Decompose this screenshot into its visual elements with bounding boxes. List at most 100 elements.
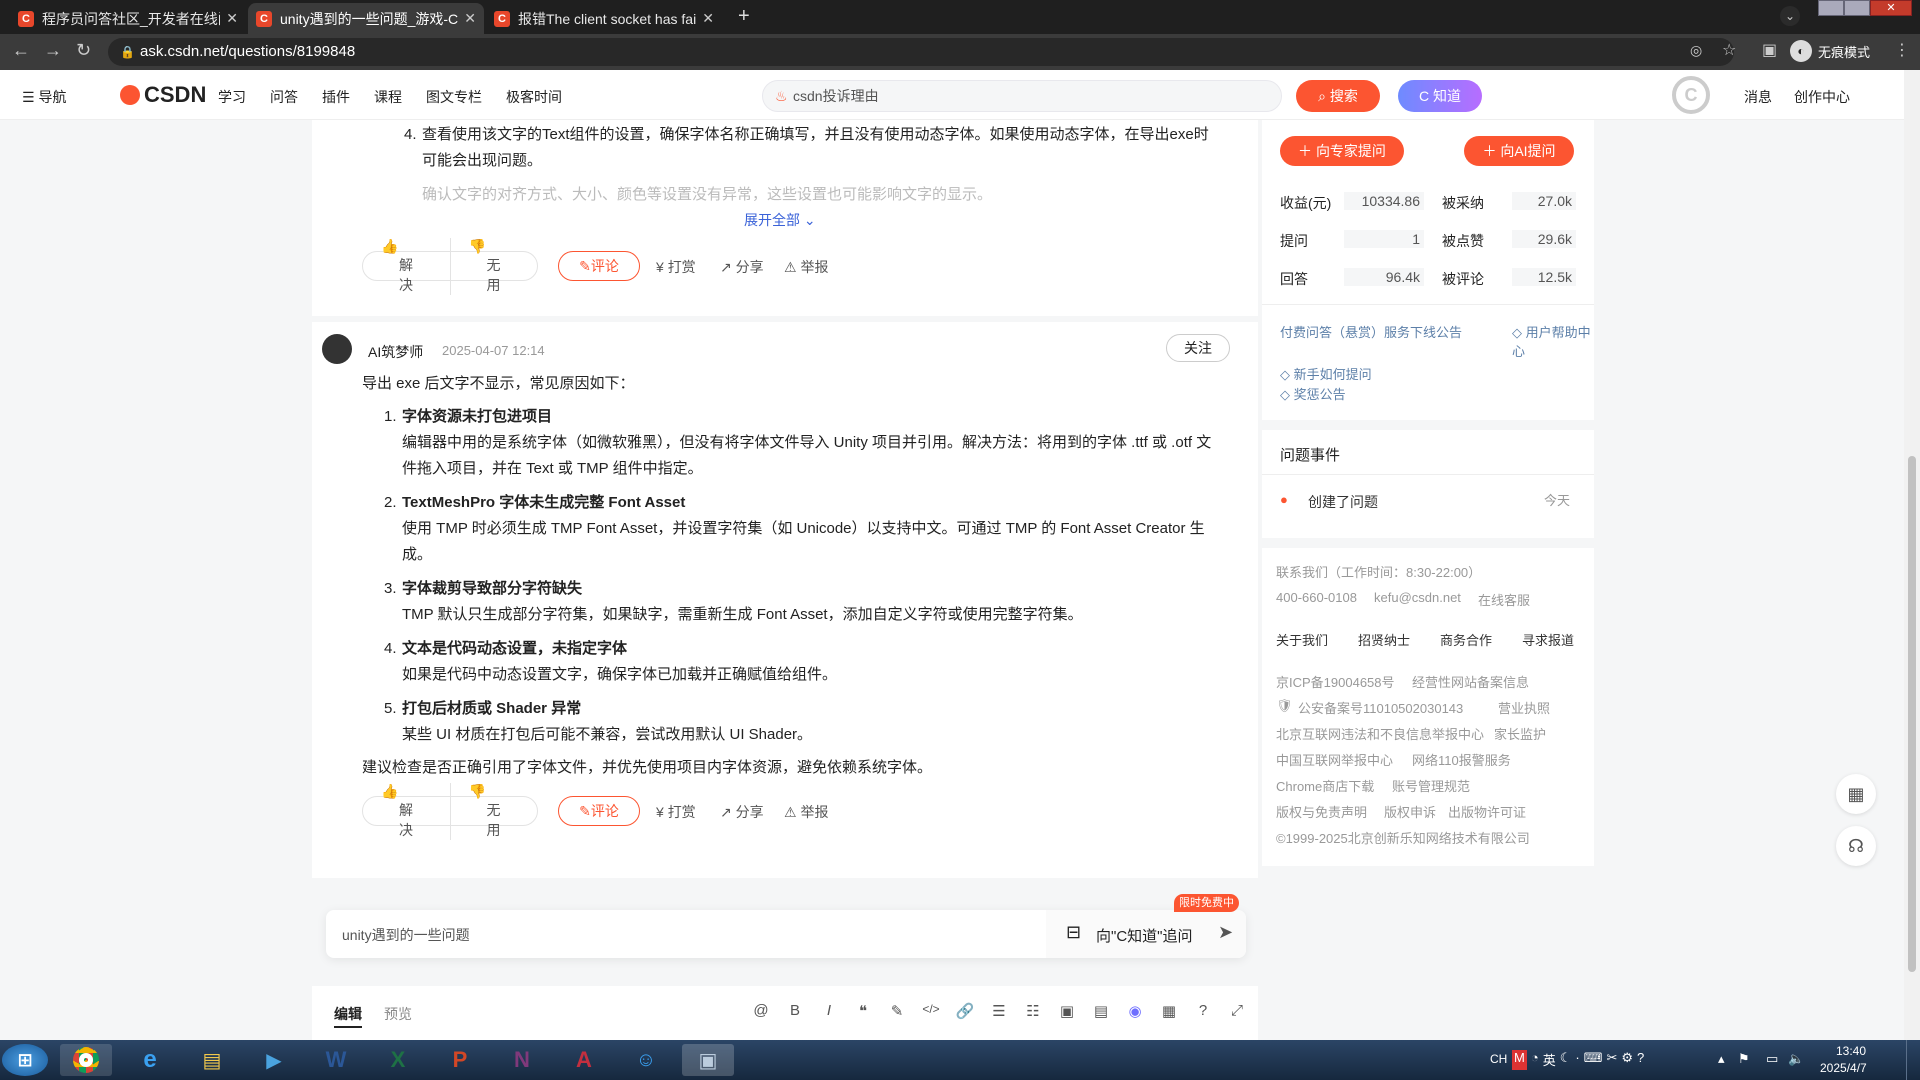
tray-dot-icon[interactable]: ·	[1575, 1050, 1579, 1070]
ask-expert-button[interactable]: ＋ 向专家提问	[1280, 136, 1404, 166]
tray-m-icon[interactable]: M	[1512, 1050, 1527, 1070]
card-icon[interactable]: ▤	[1084, 1002, 1118, 1022]
tray-settings-icon[interactable]: ⚙	[1621, 1050, 1633, 1070]
search-button[interactable]: ⌕ 搜索	[1296, 80, 1380, 112]
app-taskbar-icon[interactable]: ☺	[620, 1044, 672, 1076]
flag-icon[interactable]: ⚑	[1738, 1051, 1750, 1067]
business-link[interactable]: 商务合作	[1440, 630, 1492, 649]
remote-desktop-taskbar-icon[interactable]: ▣	[682, 1044, 734, 1076]
useless-button[interactable]: 👎 无用	[451, 783, 538, 840]
copyright-link[interactable]: 版权与免责声明	[1276, 802, 1367, 821]
ie-taskbar-icon[interactable]: e	[124, 1044, 176, 1076]
search-input[interactable]: ♨ csdn投诉理由	[762, 80, 1282, 112]
close-window-button[interactable]: ✕	[1870, 0, 1912, 16]
c-zhidao-button[interactable]: C 知道	[1398, 80, 1482, 112]
nav-columns[interactable]: 图文专栏	[426, 87, 482, 107]
account-policy-link[interactable]: 账号管理规范	[1392, 776, 1470, 795]
network-icon[interactable]: ▭	[1766, 1051, 1778, 1067]
minimize-button[interactable]	[1818, 0, 1844, 16]
report-button[interactable]: ⚠ 举报	[784, 257, 828, 277]
email-link[interactable]: kefu@csdn.net	[1374, 590, 1461, 605]
close-icon[interactable]: ✕	[226, 10, 238, 27]
tab-preview[interactable]: 预览	[384, 1004, 412, 1024]
reward-notice-link[interactable]: ◇ 奖惩公告	[1280, 384, 1346, 403]
browser-tab[interactable]: C 程序员问答社区_开发者在线问题 ✕	[10, 3, 246, 34]
press-link[interactable]: 寻求报道	[1522, 630, 1574, 649]
tray-tool-icon[interactable]: ✂	[1606, 1050, 1617, 1070]
forward-icon[interactable]: →	[44, 40, 62, 61]
tray-help-icon[interactable]: ?	[1637, 1050, 1644, 1070]
comment-button[interactable]: ✎ 评论	[558, 796, 640, 826]
tray-keyboard-icon[interactable]: ⌨	[1584, 1050, 1603, 1070]
police110-link[interactable]: 网络110报警服务	[1412, 750, 1511, 769]
appeal-link[interactable]: 版权申诉	[1384, 802, 1436, 821]
browser-tab[interactable]: C 报错The client socket has failed ✕	[486, 3, 722, 34]
nav-geektime[interactable]: 极客时间	[506, 87, 562, 107]
tab-edit[interactable]: 编辑	[334, 1004, 362, 1024]
avatar[interactable]	[322, 334, 352, 364]
access-taskbar-icon[interactable]: A	[558, 1044, 610, 1076]
parental-link[interactable]: 家长监护	[1494, 724, 1546, 743]
share-button[interactable]: ↗ 分享	[720, 802, 764, 822]
tray-expand-icon[interactable]: ▴	[1718, 1051, 1725, 1067]
side-panel-icon[interactable]: ▣	[1762, 40, 1777, 60]
quote-icon[interactable]: ❝	[846, 1002, 880, 1022]
icp-link[interactable]: 京ICP备19004658号	[1276, 672, 1395, 691]
reward-button[interactable]: ¥ 打赏	[656, 257, 696, 277]
show-desktop-button[interactable]	[1906, 1040, 1920, 1080]
ask-ai-button[interactable]: ＋ 向AI提问	[1464, 136, 1574, 166]
mention-icon[interactable]: @	[744, 1002, 778, 1022]
police-record-link[interactable]: 公安备案号11010502030143	[1298, 698, 1463, 717]
chrome-store-link[interactable]: Chrome商店下载	[1276, 776, 1374, 795]
report-button[interactable]: ⚠ 举报	[784, 802, 828, 822]
author-name[interactable]: AI筑梦师	[368, 342, 423, 362]
page-scrollbar[interactable]	[1904, 70, 1920, 1040]
user-avatar[interactable]: C	[1672, 76, 1710, 114]
bullet-list-icon[interactable]: ☰	[982, 1002, 1016, 1022]
nav-qa[interactable]: 问答	[270, 87, 298, 107]
numbered-list-icon[interactable]: ☷	[1016, 1002, 1050, 1022]
nav-menu-button[interactable]: ☰ 导航	[22, 87, 66, 107]
browser-tab-active[interactable]: C unity遇到的一些问题_游戏-CSDN ✕	[248, 3, 484, 34]
start-button[interactable]: ⊞	[2, 1044, 48, 1076]
tray-lang-icon[interactable]: 英	[1543, 1050, 1556, 1070]
eye-off-icon[interactable]: ◎	[1690, 42, 1702, 59]
word-taskbar-icon[interactable]: W	[310, 1044, 362, 1076]
fullscreen-icon[interactable]: ⤢	[1220, 1002, 1254, 1022]
link-icon[interactable]: 🔗	[948, 1002, 982, 1022]
share-button[interactable]: ↗ 分享	[720, 257, 764, 277]
expand-all-link[interactable]: 展开全部 ⌄	[744, 210, 816, 230]
clock-time[interactable]: 13:40	[1836, 1044, 1866, 1058]
ime-indicator[interactable]: CH	[1490, 1052, 1507, 1066]
close-icon[interactable]: ✕	[464, 10, 476, 27]
useless-button[interactable]: 👎 无用	[451, 238, 538, 295]
italic-icon[interactable]: I	[812, 1002, 846, 1022]
qrcode-icon[interactable]: ▦	[1836, 774, 1876, 814]
help-center-link[interactable]: ◇ 用户帮助中心	[1512, 322, 1594, 360]
explorer-taskbar-icon[interactable]: ▤	[186, 1044, 238, 1076]
image-icon[interactable]: ▣	[1050, 1002, 1084, 1022]
close-icon[interactable]: ✕	[702, 10, 714, 27]
follow-button[interactable]: 关注	[1166, 334, 1230, 362]
csdn-logo[interactable]: CSDN	[120, 82, 206, 108]
nav-courses[interactable]: 课程	[374, 87, 402, 107]
reload-icon[interactable]: ↻	[76, 40, 91, 61]
china-report-link[interactable]: 中国互联网举报中心	[1276, 750, 1393, 769]
highlight-icon[interactable]: ✎	[880, 1002, 914, 1022]
online-service-link[interactable]: 在线客服	[1478, 590, 1530, 609]
reward-button[interactable]: ¥ 打赏	[656, 802, 696, 822]
jobs-link[interactable]: 招贤纳士	[1358, 630, 1410, 649]
help-icon[interactable]: ?	[1186, 1002, 1220, 1022]
back-icon[interactable]: ←	[12, 40, 30, 61]
ask-c-button[interactable]: ⊟ 向"C知道"追问 ➤	[1046, 910, 1246, 958]
announcement-link[interactable]: 付费问答（悬赏）服务下线公告	[1280, 322, 1462, 341]
media-player-taskbar-icon[interactable]: ▶	[248, 1044, 300, 1076]
how-to-ask-link[interactable]: ◇ 新手如何提问	[1280, 364, 1372, 383]
new-tab-button[interactable]: +	[738, 5, 750, 28]
tray-s-icon[interactable]: ◔	[1531, 1050, 1539, 1070]
volume-icon[interactable]: 🔈	[1788, 1051, 1804, 1067]
clock-date[interactable]: 2025/4/7	[1820, 1061, 1867, 1075]
report-center-link[interactable]: 北京互联网违法和不良信息举报中心	[1276, 724, 1484, 743]
solve-button[interactable]: 👍 解决	[363, 782, 451, 840]
table-icon[interactable]: ▦	[1152, 1002, 1186, 1022]
